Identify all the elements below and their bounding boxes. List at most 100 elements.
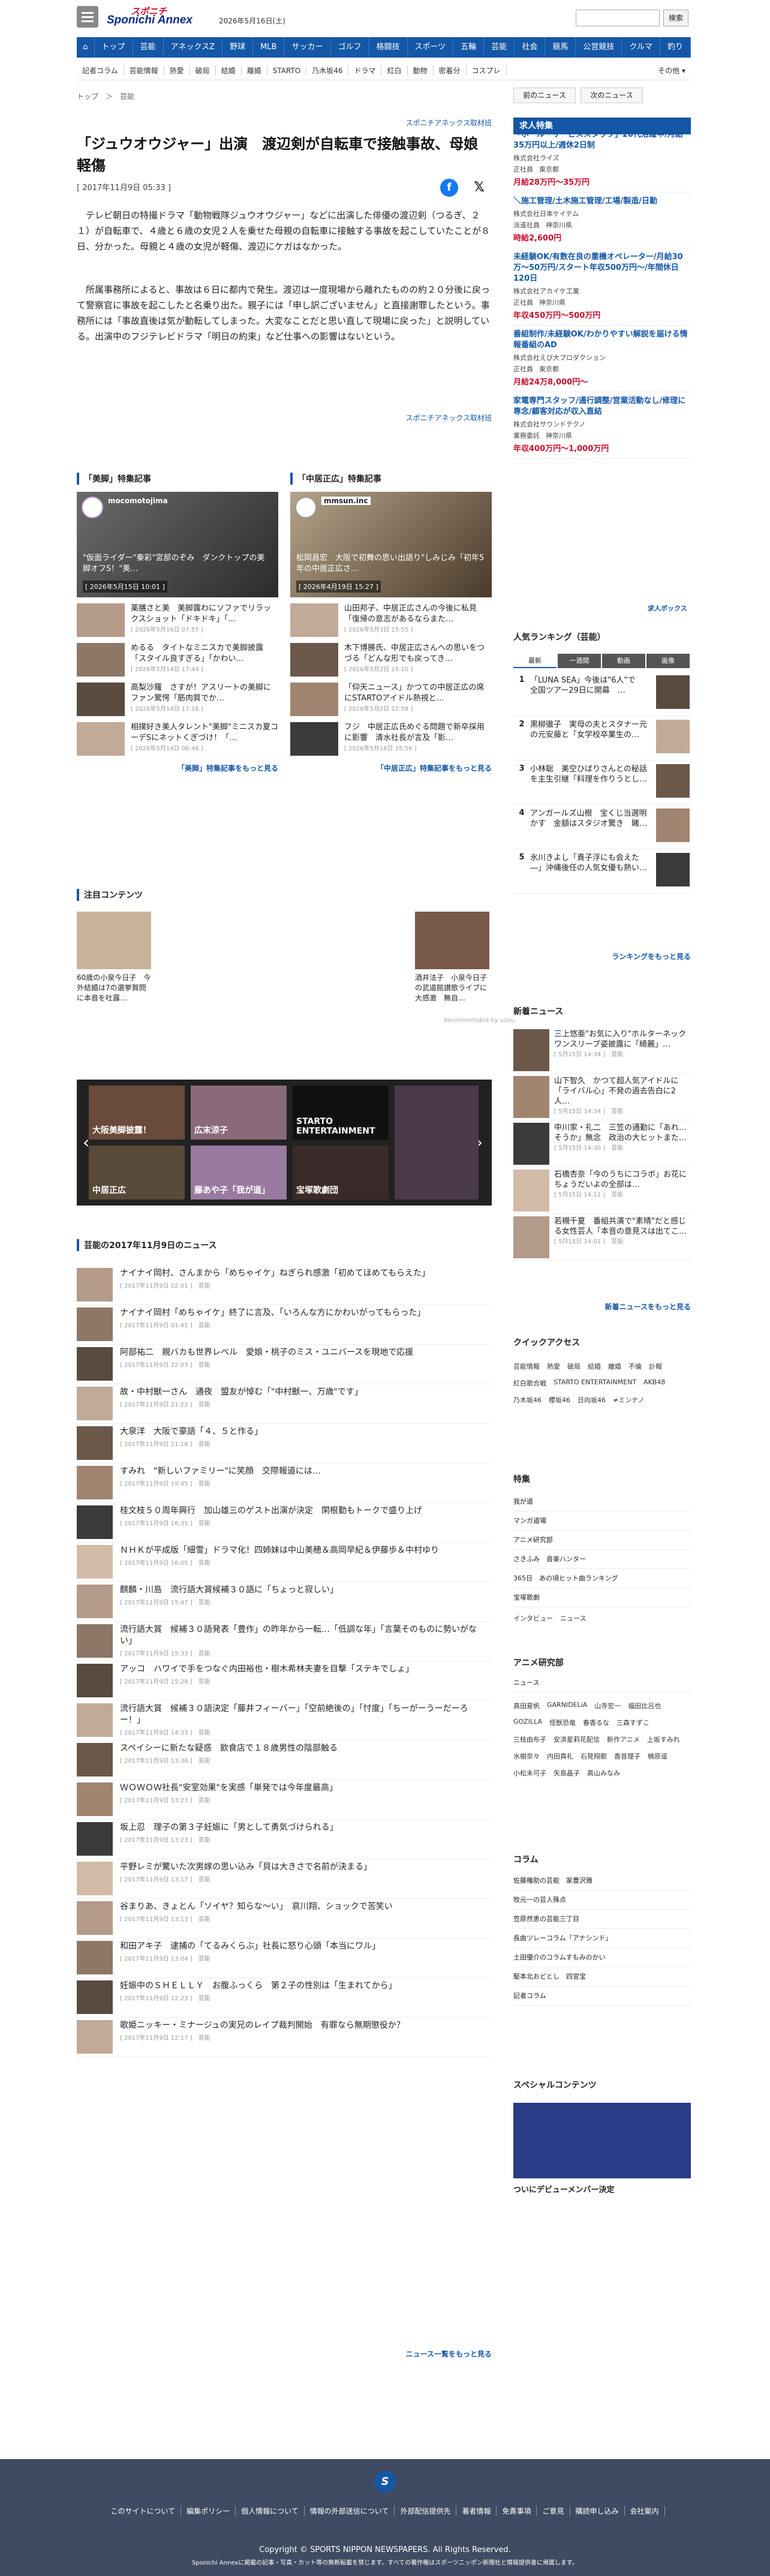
subnav-item[interactable]: 芸能情報 [124,65,164,76]
subnav-item[interactable]: 熱愛 [164,65,190,76]
column-link[interactable]: 土田優介のコラムすもみのかい [513,1948,691,1967]
subnav-item[interactable]: 動物 [408,65,434,76]
subnav-item[interactable]: コスプレ [467,65,507,76]
news-item[interactable]: 麒麟・川島 流行語大賞候補３０語に「ちょっと寂しい」 [ 2017年11月9日 1… [77,1582,492,1622]
article-source[interactable]: スポニチアネックス取材班 [77,118,492,128]
nav-item[interactable]: クルマ [622,37,660,58]
search-button[interactable]: 検索 [663,10,688,26]
nav-item[interactable]: ゴルフ [331,37,369,58]
quick-tag[interactable]: ≠ミンナノ [613,1395,645,1405]
news-item[interactable]: 妊娠中のＳＨＥＬＬＹ お腹ふっくら 第２子の性別は「生まれてから」 [ 2017年… [77,1978,492,2018]
column-link[interactable]: 笠原然恵の芸能三丁目 [513,1910,691,1929]
footer-link[interactable]: ご意見 [537,2506,570,2516]
news-item[interactable]: 流行語大賞 候補３０語発表「豊作」の昨年から一転…「低調な年」「言葉そのものに勢… [77,1622,492,1661]
footer-logo[interactable]: S [374,2471,396,2493]
footer-link[interactable]: 著者情報 [456,2506,497,2516]
quick-tag[interactable]: AKB48 [643,1378,665,1388]
anime-tag[interactable]: 高田夏帆 [513,1701,540,1711]
new-news-item[interactable]: 石橋杏奈「今のうちにコラボ」お花にちょうだいよの全部は… [ 5月15日 14:1… [513,1167,691,1214]
nav-item[interactable]: 芸能 [484,37,515,58]
tokushu-link[interactable]: 宝塚歌劇 [513,1588,691,1607]
tokushu-link[interactable]: マンガ道場 [513,1511,691,1531]
job-item[interactable]: 未経験OK/有数在良の重機オペレータ一/月給30万〜50万円/スタート年収500… [513,248,691,326]
column-link[interactable]: 牧元一の芸人殊点 [513,1890,691,1910]
anime-tag[interactable]: 高山みなみ [587,1768,620,1778]
footer-link[interactable]: 個人情報について [236,2506,305,2516]
ranking-item[interactable]: 5 氷川きよし「貴子浮にも会えた―」沖縄後任の人気女優も熱い… [513,849,691,894]
nav-item[interactable]: 競馬 [545,37,576,58]
site-logo[interactable]: スポニチ Sponichi Annex [107,5,215,29]
nav-item[interactable]: トップ [95,37,133,58]
attention-item[interactable]: 60歳の小泉今日子 今外結婚は7の選挙賀問に本音を吐露… [77,912,151,1003]
feature-item[interactable]: 「仰天ニュース」かつての中居正広の席にSTARTOアイドル熱視と… [ 2026年… [290,683,492,716]
feature-item[interactable]: フジ 中居正広氏めぐる問題で新卒採用に影響 清水社長が言及「影… [ 2026年5… [290,722,492,756]
carousel-tile[interactable]: 中居正広 [89,1146,185,1200]
quick-tag[interactable]: 日向坂46 [578,1395,606,1405]
carousel-tile[interactable]: 大阪美脚披露！ [89,1086,185,1140]
news-item[interactable]: ＮＨＫが平成版「細雪」ドラマ化！四姉妹は中山美穂＆高岡早紀＆伊藤歩＆中村ゆり [ … [77,1543,492,1582]
ranking-tab[interactable]: 画像 [646,654,690,668]
nav-item[interactable]: 釣り [660,37,691,58]
anime-tag[interactable]: 小松未可子 [513,1768,546,1778]
jobs-logo[interactable]: 求人ボックス [648,603,687,613]
nav-item[interactable]: 公営競技 [576,37,622,58]
feature-more-link[interactable]: 「美脚」特集記事をもっと見る [77,763,278,773]
job-title[interactable]: 未経験OK/有数在良の重機オペレータ一/月給30万〜50万円/スタート年収500… [513,252,691,284]
anime-tag[interactable]: 福田比呂也 [628,1701,661,1711]
ranking-item[interactable]: 1 「LUNA SEA」今後は"6人"で 全国ツアー29日に開幕 … [513,672,691,716]
x-share-icon[interactable]: 𝕏 [470,179,488,197]
footer-link[interactable]: 外部配信提供先 [395,2506,457,2516]
quick-tag[interactable]: 離婚 [608,1361,621,1371]
column-link[interactable]: 駆本北おどとし 四宮宝 [513,1967,691,1986]
news-more-link[interactable]: ニュース一覧をもっと見る [77,2349,492,2359]
feature-item[interactable]: 相撲好き美人タレント"美脚"ミニスカ夏コーデSにネットくぎづけ！「… [ 2026… [77,722,278,756]
news-item[interactable]: アッコ ハワイで手をつなぐ内田裕也・樹木希林夫妻を目撃「ステキでしょ」 [ 201… [77,1661,492,1701]
new-news-item[interactable]: 中川家・礼二 三笠の通勤に「あれ…そうか」無念 政治の大ヒットまた… [ 5月15… [513,1120,691,1167]
subnav-item[interactable]: 記者コラム [77,65,124,76]
job-item[interactable]: 「ホール・サービススタッフ」20代活躍中/月給35万円以上/週休2日制 株式会社ラ… [513,126,691,193]
quick-tag[interactable]: 破局 [567,1361,580,1371]
footer-link[interactable]: 編集ポリシー [181,2506,236,2516]
news-item[interactable]: 桂文枝５０周年興行 加山雄三のゲスト出演が決定 閑根勤もトークで盛り上げ [ 20… [77,1503,492,1543]
nav-item[interactable]: 野球 [222,37,254,58]
quick-tag[interactable]: 不倫 [628,1361,642,1371]
job-title[interactable]: ＼施工管理/土木施工管理/工場/製造/日勤 [513,196,691,207]
anime-tag[interactable]: 春香るな [583,1718,609,1727]
feature-hero[interactable]: mocomotojima "仮面ライダー"秦彩"宮部のぞみ ダンクトップの美脚オ… [77,492,278,597]
quick-tag[interactable]: 芸能情報 [513,1361,540,1371]
news-item[interactable]: 阿部祐二 親バカも世界レベル 愛娘・桃子のミス・ユニバースを現地で応援 [ 201… [77,1345,492,1384]
column-link[interactable]: 長曲ツレーコラム「アナシンド」 [513,1929,691,1948]
job-title[interactable]: 「ホール・サービススタッフ」20代活躍中/月給35万円以上/週休2日制 [513,130,691,151]
subnav-item[interactable]: 乃木坂46 [306,65,349,76]
tokushu-link[interactable]: 365日 あの頃ヒット曲ランキング [513,1569,691,1588]
quick-tag[interactable]: STARTO ENTERTAINMENT [554,1378,636,1388]
subnav-item[interactable]: ドラマ [348,65,382,76]
anime-tag[interactable]: 矢島晶子 [554,1768,580,1778]
subnav-item[interactable]: 破局 [190,65,216,76]
feature-item[interactable]: 高梨沙羅 さすが！アスリートの美脚にファン驚愕「筋肉質でか… [ 2026年5月1… [77,683,278,716]
subnav-item[interactable]: 離婚 [242,65,267,76]
footer-link[interactable]: 会社案内 [625,2506,665,2516]
news-item[interactable]: 故・中村獣一さん 通夜 盟友が悼む「"中村獣一、万歳"です」 [ 2017年11月… [77,1384,492,1424]
nav-item[interactable]: 芸能 [133,37,164,58]
job-item[interactable]: 番組制作/未経験OK/わかりやすい解説を届ける情報番組のAD 株式会社えび大プロダ… [513,326,691,392]
quick-tag[interactable]: 櫻坂46 [549,1395,570,1405]
ranking-item[interactable]: 4 アンガールズ山根 宝くじ当選明かす 金額はスタジオ驚き 賭… [513,805,691,849]
anime-tag[interactable]: 水樹奈々 [513,1751,540,1761]
quick-tag[interactable]: 紅白歌合戦 [513,1378,546,1388]
feature-item[interactable]: めるる タイトなミニスカで美脚披露「スタイル良すぎる」「かわい… [ 2026年5… [77,643,278,677]
carousel-tile[interactable]: 広末涼子 [191,1086,287,1140]
prev-news-button[interactable]: 前のニュース [513,88,576,103]
new-news-item[interactable]: 三上悠亜"お気に入り"ホルターネックワンスリーブ姿披露に「綺麗」… [ 5月15日… [513,1027,691,1074]
anime-tag[interactable]: 安済星莉花配信 [554,1735,600,1744]
anime-tag[interactable]: GARNIDELiA [547,1701,587,1711]
ranking-more-link[interactable]: ランキングをもっと見る [513,951,691,961]
news-item[interactable]: スペイシーに新たな疑惑 飲食店で１８歳男性の陰部触る [ 2017年11月9日 1… [77,1741,492,1780]
ranking-item[interactable]: 3 小林聡 美空ひばりさんとの秘話を主生引継「料理を作りうとし… [513,761,691,805]
nav-item[interactable]: MLB [253,37,285,58]
news-item[interactable]: すみれ "新しいファミリー"に笑顔 交際報道には… [ 2017年11月9日 19… [77,1463,492,1503]
news-item[interactable]: ナイナイ岡村、さんまから「めちゃイケ」ねぎられ感激「初めてほめてもらえた」 [ 2… [77,1266,492,1305]
new-news-more-link[interactable]: 新着ニュースをもっと見る [513,1301,691,1312]
job-title[interactable]: 家電専門スタッフ/通行調整/営業活動なし/修理に専念/顧客対応が収入直結 [513,396,691,417]
quick-tag[interactable]: 乃木坂46 [513,1395,542,1405]
